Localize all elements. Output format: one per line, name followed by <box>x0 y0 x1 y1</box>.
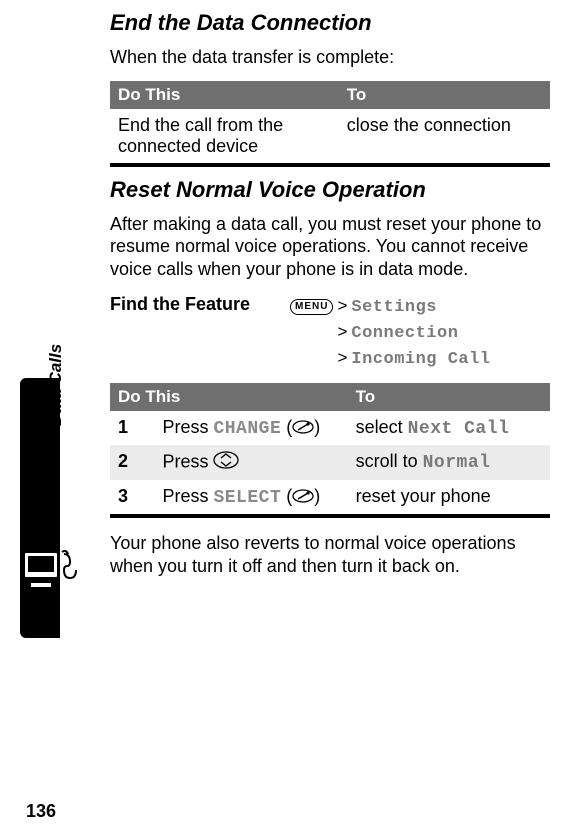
nav-key-icon <box>213 451 239 474</box>
intro-text-2: After making a data call, you must reset… <box>110 213 550 281</box>
step-do: Press CHANGE () <box>154 411 347 445</box>
text: ) <box>314 486 320 506</box>
col-to: To <box>348 383 550 411</box>
gt-icon: > <box>333 348 351 367</box>
path-incoming-call: Incoming Call <box>351 350 490 369</box>
step-to: reset your phone <box>348 480 550 514</box>
softkey-change: CHANGE <box>213 419 281 439</box>
text: ( <box>281 417 292 437</box>
find-feature-row: Find the Feature MENU>Settings MENU>Conn… <box>110 294 550 371</box>
table-row: 2 Press scroll to Normal <box>110 445 550 480</box>
text: ( <box>281 486 292 506</box>
find-feature-path: MENU>Settings MENU>Connection MENU>Incom… <box>290 294 550 371</box>
step-number: 1 <box>110 411 154 445</box>
table-row: 1 Press CHANGE () select Next Call <box>110 411 550 445</box>
step-do: Press <box>154 445 347 480</box>
steps-table: Do This To 1 Press CHANGE () select Next… <box>110 383 550 518</box>
text: Press <box>162 452 213 472</box>
text: Press <box>162 417 213 437</box>
col-to: To <box>339 81 550 109</box>
step-number: 2 <box>110 445 154 480</box>
option-normal: Normal <box>423 453 491 473</box>
find-feature-label: Find the Feature <box>110 294 290 315</box>
text: ) <box>314 417 320 437</box>
text: scroll to <box>356 451 423 471</box>
right-softkey-icon <box>292 418 314 439</box>
page-number: 136 <box>26 801 56 822</box>
path-settings: Settings <box>351 298 437 317</box>
col-do-this: Do This <box>110 81 339 109</box>
col-do-this: Do This <box>110 383 348 411</box>
intro-text-1: When the data transfer is complete: <box>110 46 550 69</box>
closing-text: Your phone also reverts to normal voice … <box>110 532 550 577</box>
softkey-select: SELECT <box>213 488 281 508</box>
option-next-call: Next Call <box>408 419 510 439</box>
menu-key-icon: MENU <box>290 299 333 315</box>
text: Press <box>162 486 213 506</box>
table-row: End the call from the connected device c… <box>110 109 550 163</box>
step-to: select Next Call <box>348 411 550 445</box>
step-number: 3 <box>110 480 154 514</box>
table-row: 3 Press SELECT () reset your phone <box>110 480 550 514</box>
action-table-1: Do This To End the call from the connect… <box>110 81 550 167</box>
right-softkey-icon <box>292 487 314 508</box>
gt-icon: > <box>333 296 351 315</box>
cell-to: close the connection <box>339 109 550 163</box>
path-connection: Connection <box>351 324 458 343</box>
step-to: scroll to Normal <box>348 445 550 480</box>
heading-reset-voice: Reset Normal Voice Operation <box>110 177 550 203</box>
gt-icon: > <box>333 322 351 341</box>
text: select <box>356 417 408 437</box>
cell-do: End the call from the connected device <box>110 109 339 163</box>
section-label: Data Calls <box>46 344 66 426</box>
computer-phone-icon <box>22 548 84 601</box>
heading-end-data-connection: End the Data Connection <box>110 10 550 36</box>
text: reset your phone <box>356 486 491 506</box>
step-do: Press SELECT () <box>154 480 347 514</box>
